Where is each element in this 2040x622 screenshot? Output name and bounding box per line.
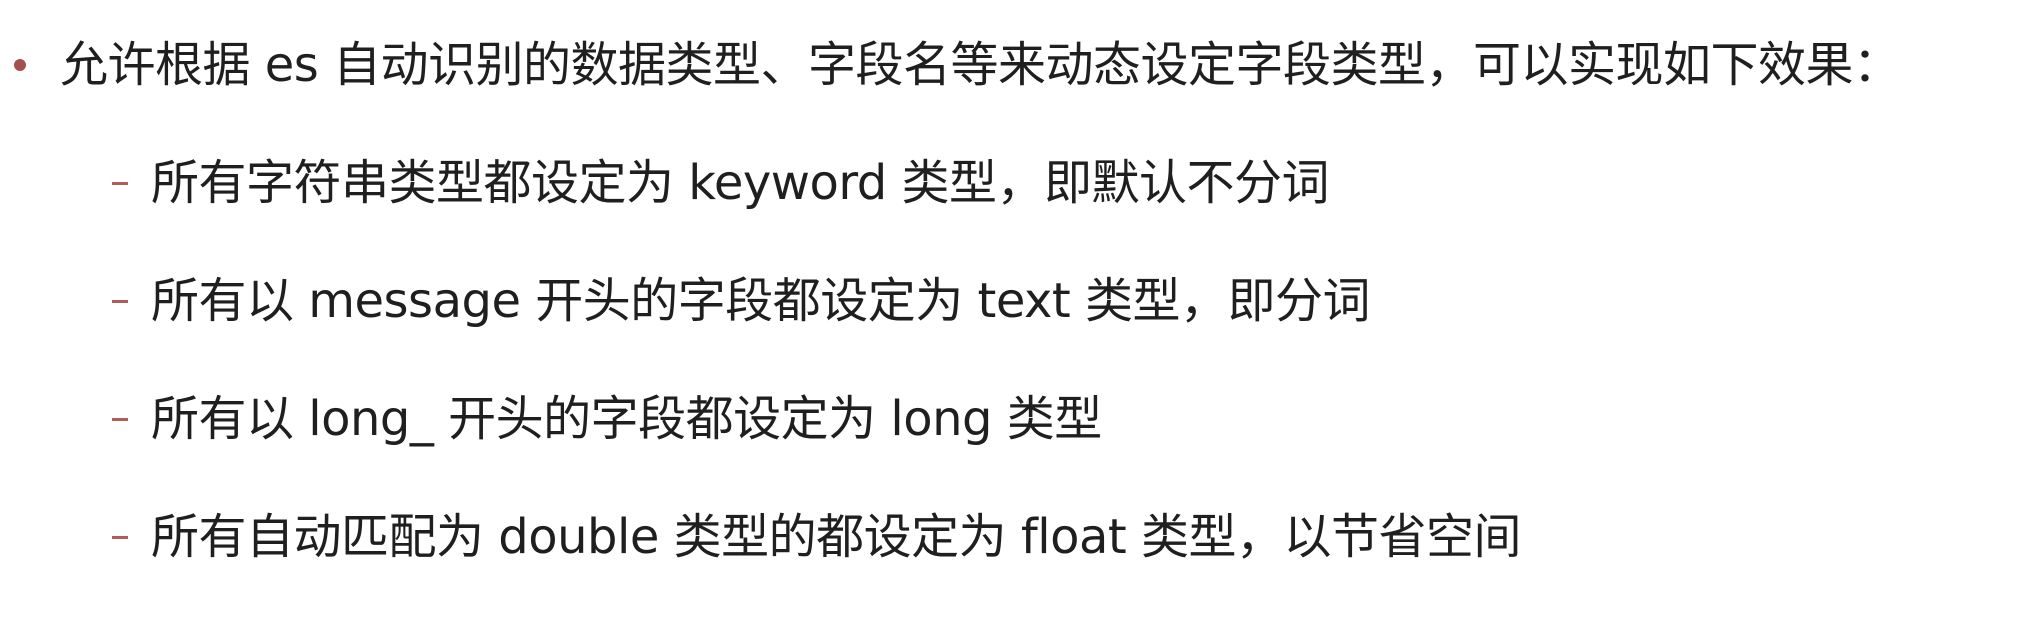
- dash-icon: [112, 299, 128, 303]
- dash-icon: [112, 181, 128, 185]
- sub-bullet-text: 所有自动匹配为 double 类型的都设定为 float 类型，以节省空间: [151, 509, 1521, 565]
- sub-bullet-text: 所有以 long_ 开头的字段都设定为 long 类型: [151, 391, 1102, 447]
- sub-bullet-list: 所有字符串类型都设定为 keyword 类型，即默认不分词 所有以 messag…: [112, 148, 1521, 572]
- sub-bullet-item: 所有以 long_ 开头的字段都设定为 long 类型: [112, 384, 1521, 454]
- main-bullet-item: 允许根据 es 自动识别的数据类型、字段名等来动态设定字段类型，可以实现如下效果…: [14, 30, 1901, 100]
- sub-bullet-text: 所有字符串类型都设定为 keyword 类型，即默认不分词: [151, 155, 1330, 211]
- sub-bullet-item: 所有自动匹配为 double 类型的都设定为 float 类型，以节省空间: [112, 502, 1521, 572]
- dash-icon: [112, 417, 128, 421]
- dash-icon: [112, 535, 128, 539]
- slide-content: 允许根据 es 自动识别的数据类型、字段名等来动态设定字段类型，可以实现如下效果…: [0, 0, 2040, 622]
- main-bullet-text: 允许根据 es 自动识别的数据类型、字段名等来动态设定字段类型，可以实现如下效果…: [60, 37, 1901, 93]
- sub-bullet-text: 所有以 message 开头的字段都设定为 text 类型，即分词: [151, 273, 1371, 329]
- bullet-dot-icon: [14, 59, 26, 71]
- sub-bullet-item: 所有字符串类型都设定为 keyword 类型，即默认不分词: [112, 148, 1521, 218]
- sub-bullet-item: 所有以 message 开头的字段都设定为 text 类型，即分词: [112, 266, 1521, 336]
